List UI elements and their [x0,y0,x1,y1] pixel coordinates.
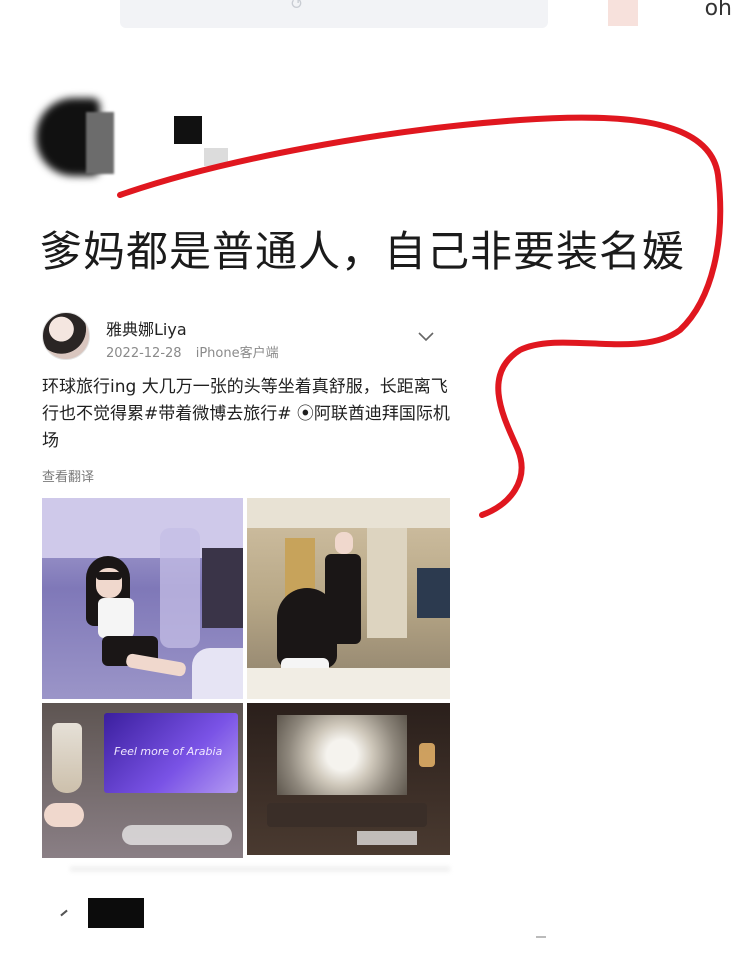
top-edge-glyph: oh [704,0,732,21]
post-date: 2022-12-28 [106,346,182,361]
author-name[interactable]: 雅典娜Liya [106,316,187,340]
post-body: 环球旅行ing 大几万一张的头等坐着真舒服，长距离飞行也不觉得累#带着微博去旅行… [42,377,450,451]
post-device: iPhone客户端 [195,346,279,361]
waiter-face [335,532,353,554]
top [98,598,134,638]
bottom-faint-mark [536,932,546,938]
chevron-down-icon[interactable] [416,330,436,344]
photo-1[interactable] [42,498,243,699]
table [267,803,427,827]
meme-caption: 爹妈都是普通人，自己非要装名媛 [40,227,686,276]
redacted-avatar-edge [86,112,114,174]
author-avatar[interactable] [42,312,90,360]
photo-3[interactable]: Feel more of Arabia [42,703,243,858]
seat-panel [367,528,407,638]
champagne-glass [52,723,82,793]
top-faded-thumbnail [608,0,638,26]
cabin-ceiling [247,498,450,528]
lamp [419,743,435,767]
redacted-name-fade [204,148,228,166]
bottom-tick-mark [60,909,68,917]
sunglasses [96,572,122,580]
foreground-seat [247,668,450,699]
side-panel [202,548,243,628]
faded-divider [70,866,450,872]
plates [122,825,232,845]
translate-link[interactable]: 查看翻译 [42,466,94,485]
top-faded-bar: ↺ [120,0,548,28]
screen [417,568,450,618]
post-meta: 2022-12-28 iPhone客户端 [106,342,279,361]
photo-4[interactable] [247,703,450,855]
photo-2[interactable] [247,498,450,699]
screen-text: Feel more of Arabia [114,745,223,758]
redacted-bottom-block [88,898,144,928]
crystal-screen [277,715,407,795]
redacted-name-block [174,116,202,144]
woman-hair [277,588,337,668]
top-faded-glyph: ↺ [290,0,304,13]
armrest [192,648,243,699]
napkin [357,831,417,845]
hand [44,803,84,827]
seat-back [160,528,200,648]
